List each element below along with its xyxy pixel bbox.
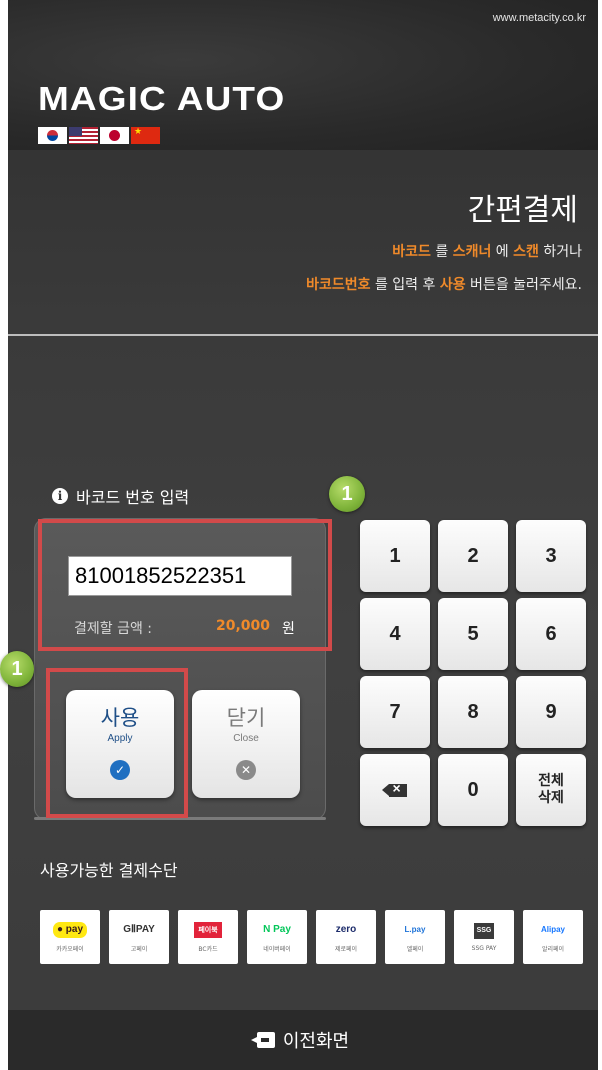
back-button-label: 이전화면 <box>282 1031 350 1052</box>
korea-flag-icon[interactable] <box>38 127 67 144</box>
payment-methods-row: ● pay 카카오페이 GⅡPAY 고페이 페이북 BC카드 N Pay 네이버… <box>40 910 590 968</box>
key-8[interactable]: 8 <box>438 676 508 748</box>
alipay-card: Alipay 알리페이 <box>523 910 583 964</box>
kiosk-screen: www.metacity.co.kr MAGIC AUTO 간편결제 바코드 를… <box>8 0 598 1070</box>
key-2[interactable]: 2 <box>438 520 508 592</box>
instruction-text: 를 입력 후 <box>370 277 440 293</box>
gopay-card: GⅡPAY 고페이 <box>109 910 169 964</box>
key-4[interactable]: 4 <box>360 598 430 670</box>
naverpay-card: N Pay 네이버페이 <box>247 910 307 964</box>
payment-name: SSG PAY <box>471 944 497 952</box>
step-badge: 1 <box>329 476 365 512</box>
instruction-highlight: 바코드번호 <box>306 277 371 293</box>
payment-name: 제로페이 <box>334 945 358 953</box>
key-5[interactable]: 5 <box>438 598 508 670</box>
barcode-section-label: i 바코드 번호 입력 <box>52 484 189 508</box>
lpay-logo: L.pay <box>404 925 426 934</box>
payment-name: BC카드 <box>198 945 218 953</box>
payment-name: 알리페이 <box>541 945 565 953</box>
gopay-logo: GⅡPAY <box>123 924 155 935</box>
close-button-sublabel: Close <box>233 733 259 744</box>
instruction-highlight: 바코드 <box>392 244 431 260</box>
paybook-card: 페이북 BC카드 <box>178 910 238 964</box>
step-badge: 1 <box>0 651 34 687</box>
back-arrow-icon <box>250 1032 275 1048</box>
site-url: www.metacity.co.kr <box>492 12 586 24</box>
clear-all-key[interactable]: 전체 삭제 <box>516 754 586 826</box>
instruction-highlight: 스캐너 <box>452 244 492 260</box>
divider <box>8 334 598 336</box>
ssgpay-card: SSG SSG PAY <box>454 910 514 964</box>
close-circle-icon: ✕ <box>236 760 256 780</box>
back-button[interactable]: 이전화면 <box>8 1010 598 1070</box>
zeropay-card: zero 제로페이 <box>316 910 376 964</box>
key-1[interactable]: 1 <box>360 520 430 592</box>
paybook-logo: 페이북 <box>194 921 222 938</box>
instruction-highlight: 사용 <box>439 277 466 293</box>
instruction-highlight: 스캔 <box>513 244 539 260</box>
alipay-logo: Alipay <box>540 925 565 934</box>
zeropay-logo: zero <box>335 924 357 935</box>
key-6[interactable]: 6 <box>516 598 586 670</box>
instruction-text: 버튼을 눌러주세요. <box>465 277 582 293</box>
payment-name: 카카오페이 <box>56 945 84 953</box>
backspace-icon <box>381 780 407 797</box>
key-7[interactable]: 7 <box>360 676 430 748</box>
payment-name: 네이버페이 <box>263 945 291 953</box>
instruction-line-1: 바코드 를 스캐너 에 스캔 하거나 <box>392 241 582 261</box>
app-logo: MAGIC AUTO <box>38 80 286 117</box>
instruction-text: 하거나 <box>538 244 582 260</box>
barcode-label-text: 바코드 번호 입력 <box>76 488 190 507</box>
key-0[interactable]: 0 <box>438 754 508 826</box>
highlight-box-barcode <box>38 519 332 651</box>
language-flags <box>38 127 160 144</box>
china-flag-icon[interactable] <box>131 127 160 144</box>
usa-flag-icon[interactable] <box>69 127 98 144</box>
key-9[interactable]: 9 <box>516 676 586 748</box>
payment-methods-label: 사용가능한 결제수단 <box>40 861 178 880</box>
japan-flag-icon[interactable] <box>100 127 129 144</box>
numeric-keypad: 1 2 3 4 5 6 7 8 9 0 전체 삭제 <box>360 520 588 828</box>
backspace-key[interactable] <box>360 754 430 826</box>
instruction-text: 에 <box>491 244 514 260</box>
naverpay-logo: N Pay <box>263 924 291 935</box>
ssgpay-logo: SSG <box>473 922 495 939</box>
payment-name: 엘페이 <box>406 945 424 953</box>
page-title: 간편결제 <box>467 193 578 228</box>
close-button-label: 닫기 <box>226 706 266 730</box>
info-icon: i <box>52 488 68 504</box>
instruction-line-2: 바코드번호 를 입력 후 사용 버튼을 눌러주세요. <box>306 274 582 294</box>
kakaopay-card: ● pay 카카오페이 <box>40 910 100 964</box>
key-3[interactable]: 3 <box>516 520 586 592</box>
payment-name: 고페이 <box>130 945 148 953</box>
highlight-box-apply <box>46 668 188 818</box>
instruction-text: 를 <box>430 244 453 260</box>
kakaopay-logo: ● pay <box>52 921 88 938</box>
close-button[interactable]: 닫기 Close ✕ <box>192 690 300 798</box>
lpay-card: L.pay 엘페이 <box>385 910 445 964</box>
